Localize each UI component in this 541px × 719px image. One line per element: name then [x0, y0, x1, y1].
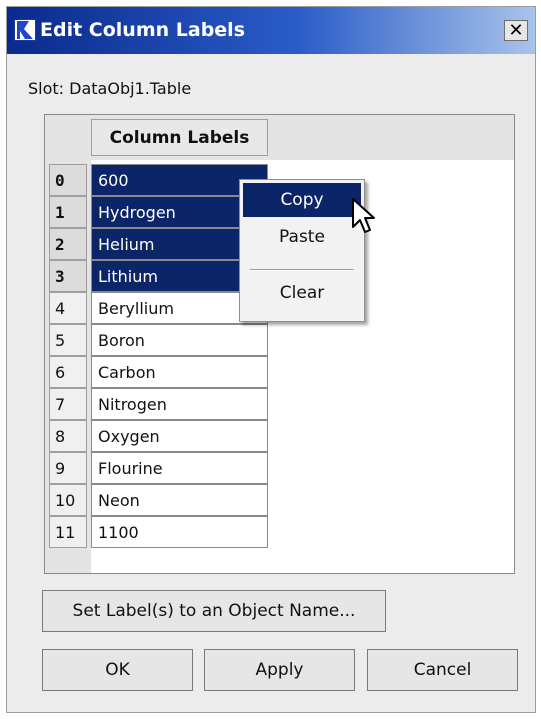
- cancel-button[interactable]: Cancel: [367, 649, 518, 691]
- ok-button[interactable]: OK: [42, 649, 193, 691]
- label-cell[interactable]: Nitrogen: [91, 388, 268, 420]
- row-index[interactable]: 8: [49, 420, 87, 452]
- row-index[interactable]: 10: [49, 484, 87, 516]
- table-row[interactable]: 11 1100: [45, 516, 268, 548]
- row-index[interactable]: 11: [49, 516, 87, 548]
- table-row[interactable]: 6 Carbon: [45, 356, 268, 388]
- close-button[interactable]: ✕: [504, 20, 528, 41]
- menu-item-clear[interactable]: Clear: [243, 276, 361, 310]
- label-cell[interactable]: Neon: [91, 484, 268, 516]
- row-index[interactable]: 9: [49, 452, 87, 484]
- table-row[interactable]: 3 Lithium: [45, 260, 268, 292]
- table-row[interactable]: 9 Flourine: [45, 452, 268, 484]
- app-icon: [14, 19, 36, 41]
- column-header[interactable]: Column Labels: [91, 119, 268, 156]
- table-row[interactable]: 0 600: [45, 164, 268, 196]
- label-cell[interactable]: Flourine: [91, 452, 268, 484]
- row-index[interactable]: 7: [49, 388, 87, 420]
- table-row[interactable]: 1 Hydrogen: [45, 196, 268, 228]
- table-row[interactable]: 8 Oxygen: [45, 420, 268, 452]
- menu-item-paste[interactable]: Paste: [243, 220, 361, 254]
- row-index[interactable]: 0: [49, 164, 87, 196]
- label-cell[interactable]: Oxygen: [91, 420, 268, 452]
- mouse-pointer-icon: [351, 197, 377, 237]
- row-index[interactable]: 1: [49, 196, 87, 228]
- label-cell[interactable]: Boron: [91, 324, 268, 356]
- row-index[interactable]: 5: [49, 324, 87, 356]
- context-menu: Copy Paste Clear: [239, 179, 365, 322]
- row-index[interactable]: 3: [49, 260, 87, 292]
- apply-button[interactable]: Apply: [204, 649, 355, 691]
- label-cell[interactable]: 1100: [91, 516, 268, 548]
- table-row[interactable]: 2 Helium: [45, 228, 268, 260]
- close-icon: ✕: [508, 19, 524, 41]
- window-title: Edit Column Labels: [40, 19, 246, 41]
- set-label-to-object-name-button[interactable]: Set Label(s) to an Object Name...: [42, 590, 386, 632]
- slot-label: Slot: DataObj1.Table: [28, 79, 192, 98]
- label-cell[interactable]: Carbon: [91, 356, 268, 388]
- title-bar[interactable]: Edit Column Labels ✕: [7, 7, 535, 54]
- menu-item-copy[interactable]: Copy: [243, 183, 361, 217]
- edit-column-labels-dialog: Edit Column Labels ✕ Slot: DataObj1.Tabl…: [6, 6, 536, 713]
- row-index[interactable]: 4: [49, 292, 87, 324]
- row-index[interactable]: 2: [49, 228, 87, 260]
- table-row[interactable]: 5 Boron: [45, 324, 268, 356]
- menu-separator: [250, 269, 354, 271]
- table-row[interactable]: 4 Beryllium: [45, 292, 268, 324]
- table-row[interactable]: 10 Neon: [45, 484, 268, 516]
- row-index[interactable]: 6: [49, 356, 87, 388]
- table-row[interactable]: 7 Nitrogen: [45, 388, 268, 420]
